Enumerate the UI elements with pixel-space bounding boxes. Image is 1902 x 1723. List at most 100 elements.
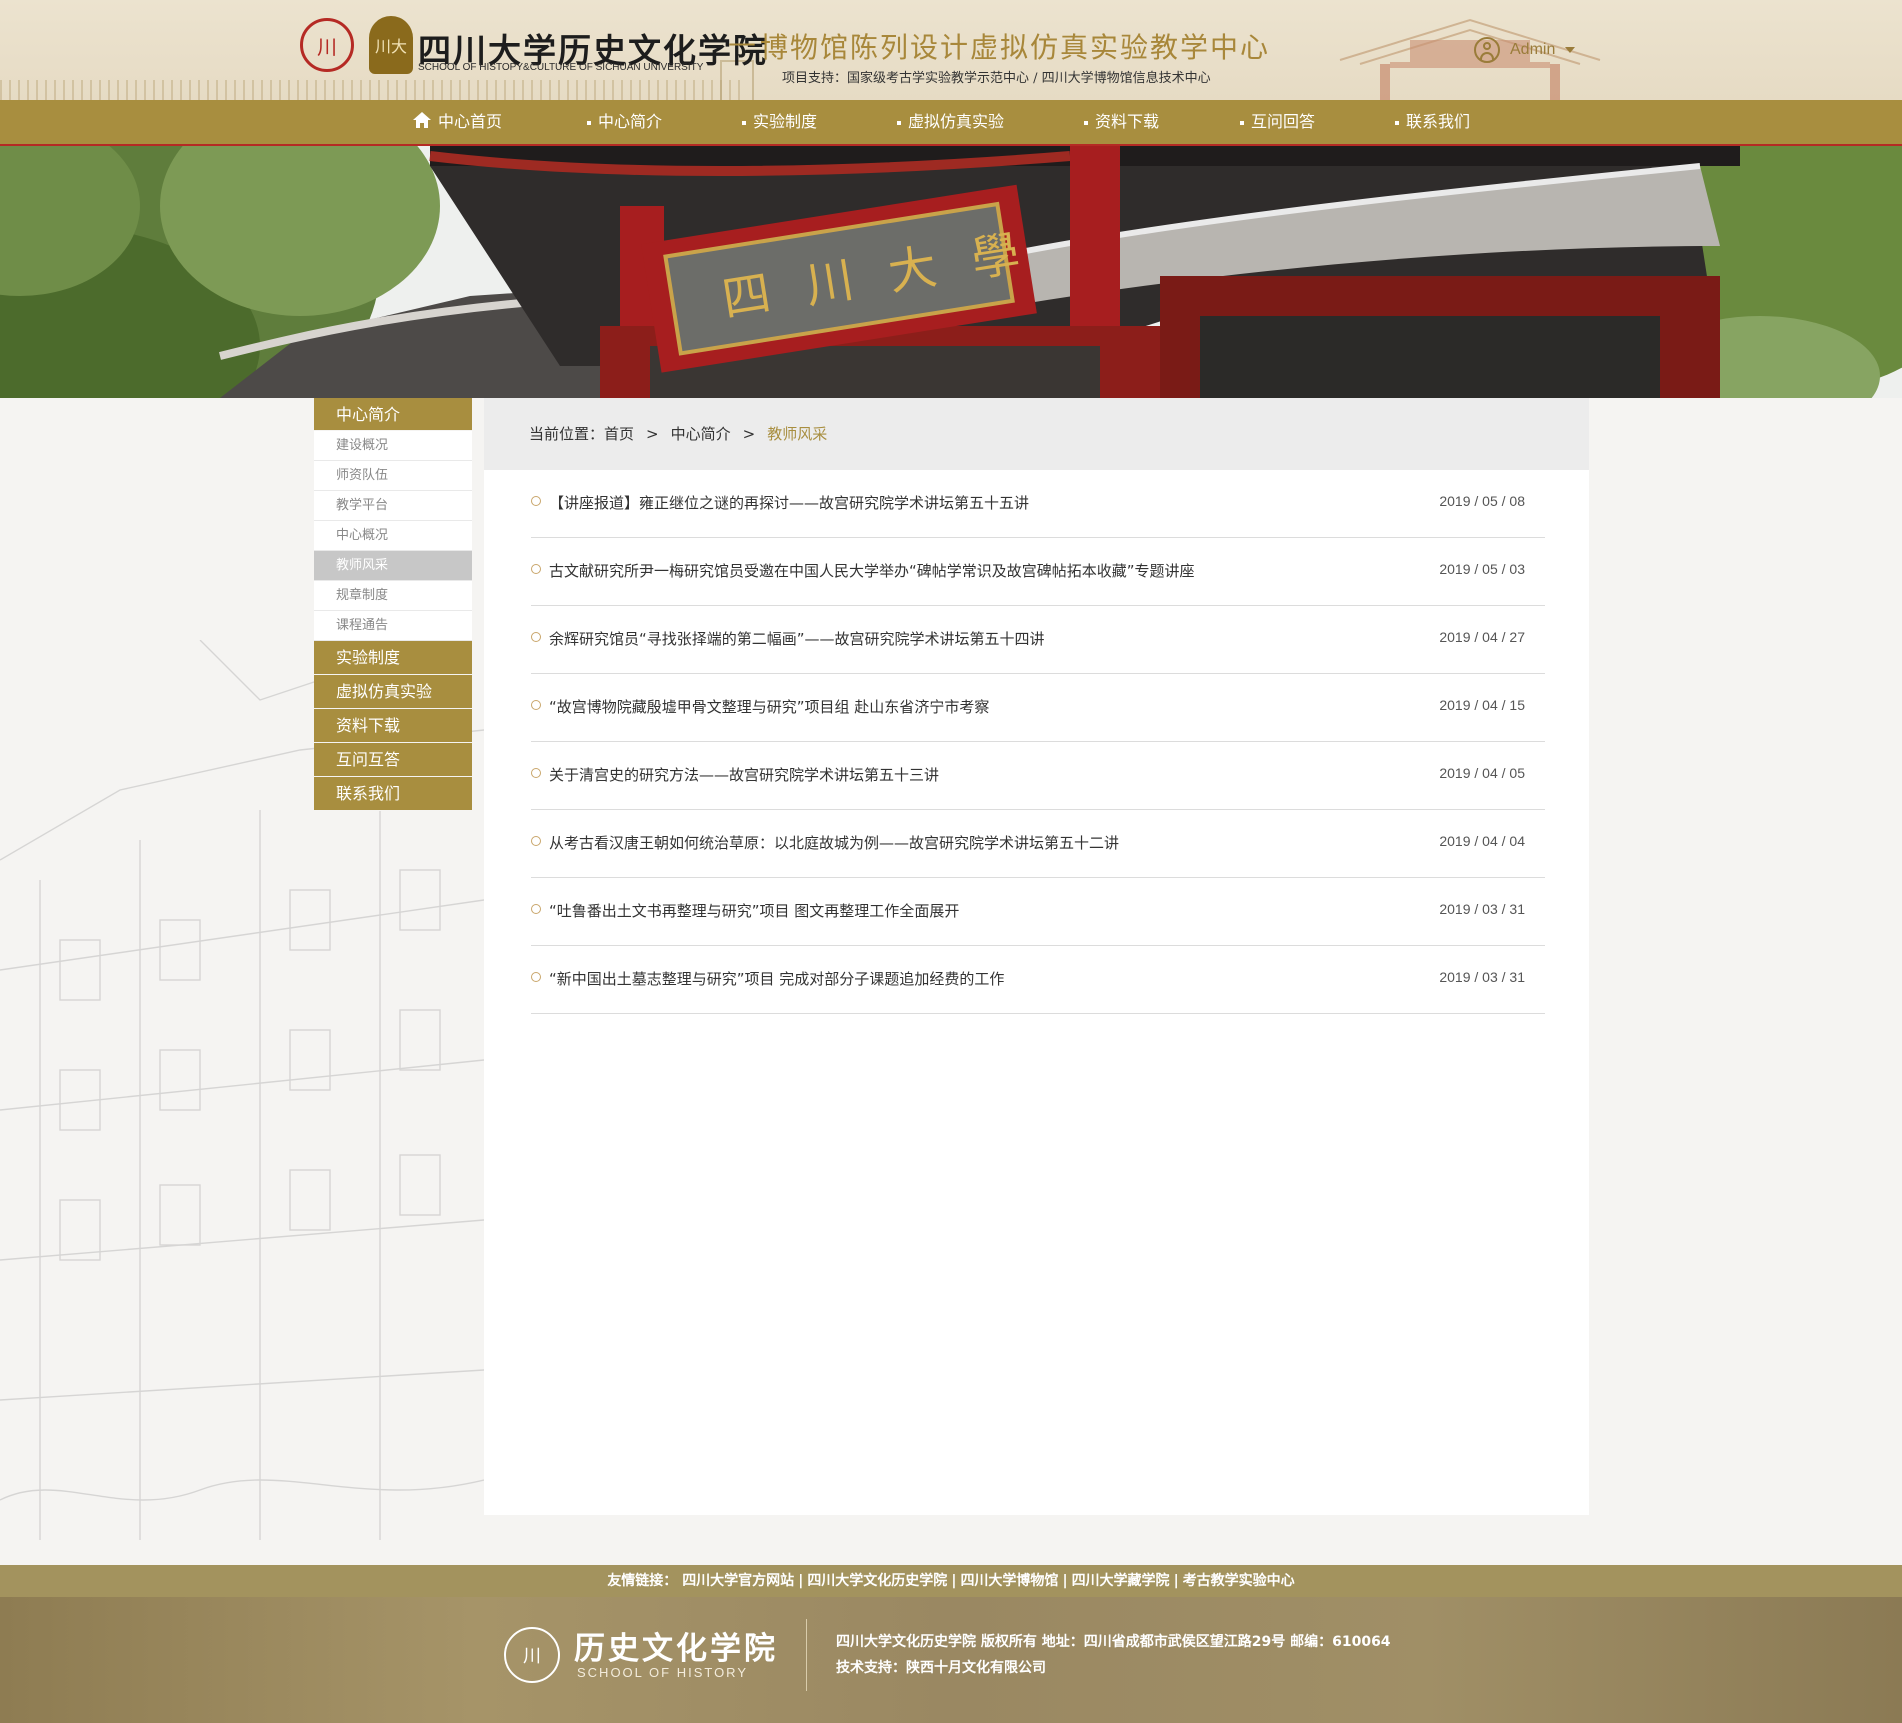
article-title[interactable]: 从考古看汉唐王朝如何统治草原：以北庭故城为例——故宫研究院学术讲坛第五十二讲: [549, 832, 1119, 853]
main-nav: 中心首页 中心简介 实验制度 虚拟仿真实验 资料下载 互问回答 联系我们: [0, 100, 1902, 146]
sidebar-head-about[interactable]: 中心简介: [314, 398, 472, 431]
link-tibet-institute[interactable]: 四川大学藏学院: [1072, 1573, 1170, 1589]
article-date: 2019 / 05 / 08: [1439, 493, 1525, 509]
article-title[interactable]: “故宫博物院藏殷墟甲骨文整理与研究”项目组 赴山东省济宁市考察: [549, 696, 989, 717]
nav-label[interactable]: 资料下载: [1095, 112, 1159, 131]
article-date: 2019 / 04 / 15: [1439, 697, 1525, 713]
bullet-icon: [587, 120, 591, 125]
nav-item-downloads[interactable]: 资料下载: [1084, 100, 1159, 144]
nav-item-virtual-lab[interactable]: 虚拟仿真实验: [897, 100, 1004, 144]
article-row[interactable]: “故宫博物院藏殷墟甲骨文整理与研究”项目组 赴山东省济宁市考察 2019 / 04…: [531, 674, 1545, 742]
footer-seal-logo: 川: [504, 1627, 560, 1683]
site-header: 川 川大 四川大学历史文化学院 SCHOOL OF HISTOPY&CULTUR…: [0, 0, 1902, 100]
article-title[interactable]: “新中国出土墓志整理与研究”项目 完成对部分子课题追加经费的工作: [549, 968, 1004, 989]
nav-label[interactable]: 虚拟仿真实验: [908, 112, 1004, 131]
sidebar-item-contact[interactable]: 联系我们: [314, 777, 472, 811]
nav-label[interactable]: 互问回答: [1251, 112, 1315, 131]
breadcrumb-prefix: 当前位置：: [529, 425, 605, 443]
link-separator: |: [1062, 1573, 1068, 1589]
breadcrumb-current: 教师风采: [767, 425, 828, 443]
sidebar-item-overview[interactable]: 建设概况: [314, 431, 472, 461]
site-footer: 川 历史文化学院 SCHOOL OF HISTORY 四川大学文化历史学院 版权…: [0, 1597, 1902, 1723]
nav-item-about[interactable]: 中心简介: [587, 100, 662, 144]
sidebar-item-downloads[interactable]: 资料下载: [314, 709, 472, 743]
link-culture-history-school[interactable]: 四川大学文化历史学院: [807, 1573, 947, 1589]
article-title[interactable]: 关于清宫史的研究方法——故宫研究院学术讲坛第五十三讲: [549, 764, 939, 785]
footer-copyright: 四川大学文化历史学院 版权所有 地址：四川省成都市武侯区望江路29号 邮编：61…: [836, 1634, 1391, 1650]
friend-links-label: 友情链接：: [607, 1573, 678, 1589]
article-row[interactable]: 从考古看汉唐王朝如何统治草原：以北庭故城为例——故宫研究院学术讲坛第五十二讲 20…: [531, 810, 1545, 878]
circle-bullet-icon: [531, 768, 541, 778]
breadcrumb-separator: >: [742, 425, 756, 443]
footer-school-name: 历史文化学院: [574, 1631, 778, 1667]
article-row[interactable]: 古文献研究所尹一梅研究馆员受邀在中国人民大学举办“碑帖学常识及故宫碑帖拓本收藏”…: [531, 538, 1545, 606]
friend-links-bar: 友情链接： 四川大学官方网站 | 四川大学文化历史学院 | 四川大学博物馆 | 四川大学藏学…: [0, 1565, 1902, 1597]
nav-label[interactable]: 实验制度: [753, 112, 817, 131]
nav-item-home[interactable]: 中心首页: [412, 100, 502, 144]
nav-item-qa[interactable]: 互问回答: [1240, 100, 1315, 144]
breadcrumb: 当前位置：首页 > 中心简介 > 教师风采: [484, 398, 1589, 470]
school-emblem-logo[interactable]: 川大: [369, 16, 413, 74]
user-avatar-icon[interactable]: [1474, 37, 1500, 63]
circle-bullet-icon: [531, 700, 541, 710]
link-archaeology-lab[interactable]: 考古教学实验中心: [1183, 1573, 1295, 1589]
nav-label[interactable]: 中心首页: [438, 112, 502, 131]
article-row[interactable]: 关于清宫史的研究方法——故宫研究院学术讲坛第五十三讲 2019 / 04 / 05: [531, 742, 1545, 810]
article-date: 2019 / 05 / 03: [1439, 561, 1525, 577]
footer-divider: [806, 1619, 807, 1691]
footer-tech-support: 技术支持：陕西十月文化有限公司: [836, 1660, 1046, 1676]
article-date: 2019 / 03 / 31: [1439, 969, 1525, 985]
sidebar-item-virtual-lab[interactable]: 虚拟仿真实验: [314, 675, 472, 709]
nav-label[interactable]: 联系我们: [1406, 112, 1470, 131]
link-separator: |: [951, 1573, 957, 1589]
caret-down-icon[interactable]: [1565, 47, 1576, 53]
nav-item-contact[interactable]: 联系我们: [1395, 100, 1470, 144]
sidebar-item-faculty[interactable]: 师资队伍: [314, 461, 472, 491]
article-row[interactable]: 【讲座报道】雍正继位之谜的再探讨——故宫研究院学术讲坛第五十五讲 2019 / 0…: [531, 470, 1545, 538]
sidebar-item-qa[interactable]: 互问互答: [314, 743, 472, 777]
article-title[interactable]: 古文献研究所尹一梅研究馆员受邀在中国人民大学举办“碑帖学常识及故宫碑帖拓本收藏”…: [549, 560, 1195, 581]
article-row[interactable]: 余辉研究馆员“寻找张择端的第二幅画”——故宫研究院学术讲坛第五十四讲 2019 /…: [531, 606, 1545, 674]
circle-bullet-icon: [531, 904, 541, 914]
circle-bullet-icon: [531, 632, 541, 642]
circle-bullet-icon: [531, 564, 541, 574]
title-separator: —: [728, 26, 756, 59]
article-row[interactable]: “吐鲁番出土文书再整理与研究”项目 图文再整理工作全面展开 2019 / 03 /…: [531, 878, 1545, 946]
sidebar-item-regulations[interactable]: 规章制度: [314, 581, 472, 611]
home-icon[interactable]: [412, 110, 432, 130]
sidebar-item-lab-rules[interactable]: 实验制度: [314, 641, 472, 675]
article-row[interactable]: “新中国出土墓志整理与研究”项目 完成对部分子课题追加经费的工作 2019 / 0…: [531, 946, 1545, 1014]
article-title[interactable]: 余辉研究馆员“寻找张择端的第二幅画”——故宫研究院学术讲坛第五十四讲: [549, 628, 1045, 649]
breadcrumb-separator: >: [646, 425, 659, 443]
link-separator: |: [798, 1573, 804, 1589]
article-date: 2019 / 04 / 05: [1439, 765, 1525, 781]
user-menu[interactable]: Admin: [1474, 37, 1576, 63]
link-scu-museum[interactable]: 四川大学博物馆: [960, 1573, 1058, 1589]
circle-bullet-icon: [531, 972, 541, 982]
sidebar-item-teacher-style[interactable]: 教师风采: [314, 551, 472, 581]
project-support-text: 项目支持：国家级考古学实验教学示范中心 / 四川大学博物馆信息技术中心: [782, 71, 1211, 86]
hero-banner: 四川大學: [0, 146, 1902, 398]
article-date: 2019 / 04 / 27: [1439, 629, 1525, 645]
nav-label[interactable]: 中心简介: [598, 112, 662, 131]
school-name-en: SCHOOL OF HISTOPY&CULTURE OF SICHUAN UNI…: [418, 62, 704, 73]
sidebar-item-course-notice[interactable]: 课程通告: [314, 611, 472, 641]
circle-bullet-icon: [531, 496, 541, 506]
breadcrumb-about[interactable]: 中心简介: [671, 425, 731, 443]
bullet-icon: [897, 120, 901, 125]
university-seal-logo[interactable]: 川: [300, 18, 354, 72]
article-date: 2019 / 04 / 04: [1439, 833, 1525, 849]
bullet-icon: [1084, 120, 1088, 125]
user-name[interactable]: Admin: [1510, 41, 1555, 59]
article-title[interactable]: 【讲座报道】雍正继位之谜的再探讨——故宫研究院学术讲坛第五十五讲: [549, 492, 1029, 513]
link-scu-official[interactable]: 四川大学官方网站: [682, 1573, 794, 1589]
nav-item-rules[interactable]: 实验制度: [742, 100, 817, 144]
sidebar-item-platform[interactable]: 教学平台: [314, 491, 472, 521]
bullet-icon: [742, 120, 746, 125]
bullet-icon: [1395, 120, 1399, 125]
sidebar-item-center-overview[interactable]: 中心概况: [314, 521, 472, 551]
fence-decoration: [0, 80, 740, 100]
circle-bullet-icon: [531, 836, 541, 846]
article-title[interactable]: “吐鲁番出土文书再整理与研究”项目 图文再整理工作全面展开: [549, 900, 959, 921]
breadcrumb-home[interactable]: 首页: [604, 425, 634, 443]
